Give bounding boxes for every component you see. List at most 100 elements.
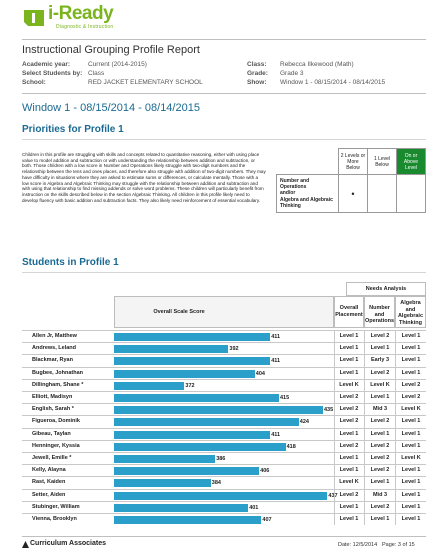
student-name: Blackmar, Ryan xyxy=(32,357,73,364)
placement-algebra: Level 1 xyxy=(401,491,421,498)
scale-score-value: 386 xyxy=(216,456,226,462)
meta-label: Show: xyxy=(247,79,267,86)
scale-score-bar xyxy=(114,516,262,524)
student-row: Vienna, Brooklyn 407 Level 1 Level 1 Level 1 xyxy=(22,513,426,525)
algebra-header: Algebra and Algebraic Thinking xyxy=(397,300,424,326)
column-separator xyxy=(334,330,335,526)
student-name: Jewell, Emille * xyxy=(32,455,72,461)
students-title: Students in Profile 1 xyxy=(22,257,119,268)
student-row: Allen Jr, Matthew 411 Level 1 Level 2 Level … xyxy=(22,330,426,342)
scale-score-bar xyxy=(114,442,286,451)
meta-value: Grade 3 xyxy=(280,70,304,77)
meta-label: School: xyxy=(22,79,46,86)
placement-algebra: Level 1 xyxy=(401,333,421,339)
students-divider xyxy=(22,272,426,273)
student-row: Blackmar, Ryan 411 Level 1 Early 3 Level 1 xyxy=(22,354,426,366)
footer-divider xyxy=(22,536,426,537)
footer-page: Page: 3 of 15 xyxy=(382,542,415,548)
report-title: Instructional Grouping Profile Report xyxy=(22,44,200,56)
meta-row-grade: Grade: Grade 3 xyxy=(247,69,385,78)
profile-description: Children in this profile are struggling … xyxy=(22,152,266,203)
placement-algebra: Level 1 xyxy=(401,357,421,364)
meta-value: Current (2014-2015) xyxy=(88,61,147,68)
priorities-mark: • xyxy=(338,174,368,213)
window-title: Window 1 - 08/15/2014 - 08/14/2015 xyxy=(22,102,200,114)
scale-score-value: 392 xyxy=(229,346,239,353)
placement-algebra: Level 1 xyxy=(401,430,421,437)
placement-algebra: Level 1 xyxy=(401,345,421,352)
meta-row-show: Show: Window 1 - 08/15/2014 - 08/14/2015 xyxy=(247,78,385,87)
priorities-row-label-line: Algebra and Algebraic Thinking xyxy=(280,196,333,209)
placement-algebra: Level 1 xyxy=(401,442,421,449)
scale-score-value: 418 xyxy=(286,443,296,450)
scale-score-bar xyxy=(114,369,255,378)
curriculum-associates-logo-icon xyxy=(22,541,29,548)
meta-row-class: Class: Rebecca Ilkewood (Math) xyxy=(247,60,385,69)
scale-score-bar xyxy=(114,430,271,439)
placement-algebra: Level 1 xyxy=(401,503,421,510)
student-name: Stubinger, William xyxy=(32,503,80,510)
student-row: Setter, Aiden 437 Level 2 Mid 3 Level 1 xyxy=(22,488,426,501)
student-name: Kelly, Alayna xyxy=(32,467,66,474)
student-name: Gibeau, Taylan xyxy=(32,430,71,437)
scale-score-value: 384 xyxy=(211,480,221,487)
meta-row-academic-year: Academic year: Current (2014-2015) xyxy=(22,60,203,69)
scale-score-bar xyxy=(114,467,260,476)
placement-algebra: Level 1 xyxy=(401,369,421,376)
student-row: Andrews, Leland 392 Level 1 Level 1 Level 1 xyxy=(22,342,426,354)
student-name: Rast, Kaiden xyxy=(32,479,66,486)
placement-algebra: Level K xyxy=(401,455,421,461)
scale-score-bar xyxy=(114,333,271,341)
scale-score-bar xyxy=(114,406,323,415)
priorities-header: On or Above Level xyxy=(396,148,426,175)
scale-score-bar xyxy=(114,418,299,427)
priorities-corner xyxy=(277,149,339,175)
meta-value: Rebecca Ilkewood (Math) xyxy=(280,61,354,68)
placement-algebra: Level K xyxy=(401,406,421,413)
meta-value: RED JACKET ELEMENTARY SCHOOL xyxy=(88,79,203,86)
scale-score-value: 411 xyxy=(271,334,281,340)
meta-value: Class xyxy=(88,70,105,77)
overall-header: Overall Placement xyxy=(335,305,363,318)
scale-score-bar xyxy=(114,455,216,463)
meta-label: Academic year: xyxy=(22,61,71,68)
placement-algebra: Level 1 xyxy=(401,479,421,486)
student-name: Henninger, Kyssia xyxy=(32,442,80,449)
meta-right: Class: Rebecca Ilkewood (Math) Grade: Grad… xyxy=(247,60,385,87)
scale-score-value: 411 xyxy=(271,431,281,438)
student-name: Setter, Aiden xyxy=(32,491,66,498)
scale-score-bar xyxy=(114,479,211,488)
scale-score-header: Overall Scale Score xyxy=(153,309,205,315)
priorities-table: 2 Levels or More Below 1 Level Below On … xyxy=(276,148,426,213)
student-row: Jewell, Emille * 386 Level 1 Level 2 Level K xyxy=(22,452,426,464)
scale-score-bar xyxy=(114,357,271,366)
scale-score-bar xyxy=(114,503,249,512)
meta-value: Window 1 - 08/15/2014 - 08/14/2015 xyxy=(280,79,386,86)
scale-score-value: 404 xyxy=(255,370,265,377)
placement-algebra: Level 1 xyxy=(401,516,421,522)
priorities-row-label: Number and Operations and/or Algebra and… xyxy=(276,174,339,213)
scale-score-value: 401 xyxy=(249,504,259,511)
student-row: Elliott, Madisyn 415 Level 2 Level 1 Level 2 xyxy=(22,391,426,403)
meta-label: Select Students by: xyxy=(22,70,83,77)
student-name: Allen Jr, Matthew xyxy=(32,333,77,339)
scale-score-bar xyxy=(114,345,229,354)
i-ready-logo-icon xyxy=(24,10,44,26)
placement-algebra: Level 1 xyxy=(401,418,421,425)
scale-score-value: 372 xyxy=(185,382,195,389)
scale-score-value: 411 xyxy=(271,358,281,365)
logo-subtitle: Diagnostic & Instruction xyxy=(56,24,114,30)
logo-wordmark: i-Ready xyxy=(48,3,114,24)
priorities-row-label-line: Number and Operations xyxy=(280,177,310,191)
column-separator xyxy=(395,330,396,526)
meta-row-select-students: Select Students by: Class xyxy=(22,69,203,78)
priorities-header: 2 Levels or More Below xyxy=(338,148,368,175)
placement-algebra: Level 1 xyxy=(401,467,421,474)
student-name: English, Sarah * xyxy=(32,406,74,413)
student-row: Henninger, Kyssia 418 Level 2 Level 2 Level … xyxy=(22,439,426,452)
priorities-mark xyxy=(396,174,426,213)
student-name: Bugbee, Johnathan xyxy=(32,369,84,376)
meta-left: Academic year: Current (2014-2015) Select… xyxy=(22,60,203,87)
footer-brand: Curriculum Associates xyxy=(30,540,106,547)
student-name: Elliott, Madisyn xyxy=(32,394,73,400)
